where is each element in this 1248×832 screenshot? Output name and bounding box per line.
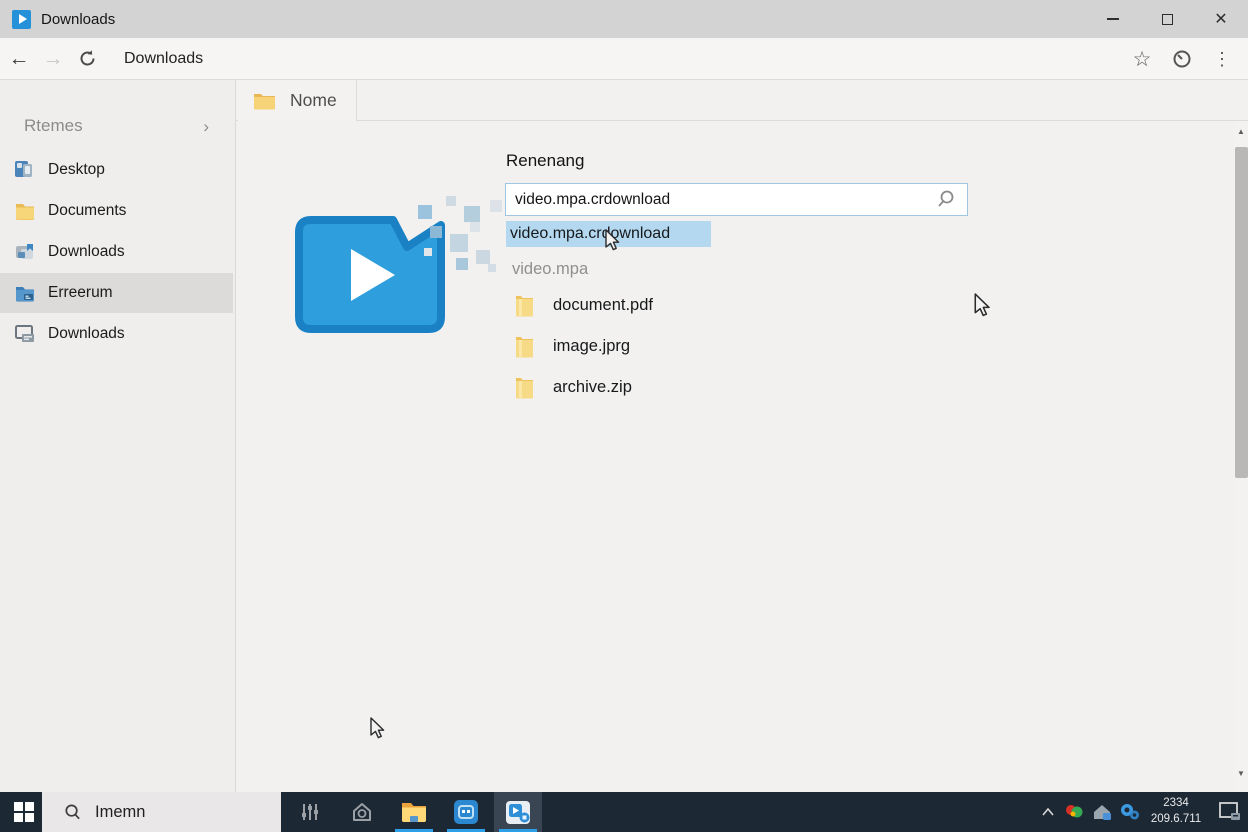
sidebar-item-label: Erreerum bbox=[48, 284, 113, 301]
sidebar-item-documents[interactable]: Documents bbox=[0, 191, 233, 231]
content-header-row: Nome bbox=[236, 80, 1248, 121]
file-item[interactable]: archive.zip bbox=[515, 374, 632, 400]
window-title: Downloads bbox=[41, 10, 116, 28]
sidebar-item-label: Downloads bbox=[48, 325, 125, 342]
more-menu-button[interactable]: ⋮ bbox=[1202, 38, 1242, 80]
tray-app-icon-3[interactable] bbox=[1118, 800, 1142, 824]
sidebar-header: Rtemes bbox=[24, 116, 83, 135]
sidebar-item-desktop[interactable]: Desktop bbox=[0, 150, 233, 190]
file-item[interactable]: document.pdf bbox=[515, 292, 653, 318]
start-button[interactable] bbox=[6, 792, 42, 832]
back-button[interactable]: ← bbox=[2, 48, 36, 69]
navigation-toolbar: ← → Downloads ☆ ⋮ bbox=[0, 38, 1248, 80]
sidebar-item-label: Documents bbox=[48, 202, 127, 219]
sidebar-item-downloads-2[interactable]: Downloads bbox=[0, 314, 233, 354]
file-item[interactable]: image.jprg bbox=[515, 333, 630, 359]
taskbar-app-file-explorer[interactable] bbox=[390, 792, 438, 832]
taskbar-app-video-player-active[interactable] bbox=[494, 792, 542, 832]
desktop-icon bbox=[15, 161, 32, 177]
sidebar-item-downloads[interactable]: Downloads bbox=[0, 232, 233, 272]
tray-app-icon-2[interactable] bbox=[1090, 800, 1114, 824]
scrollbar-thumb[interactable] bbox=[1235, 147, 1248, 478]
video-player-icon bbox=[505, 800, 530, 824]
folder-icon bbox=[16, 204, 34, 220]
forward-button[interactable]: → bbox=[36, 48, 70, 69]
file-item-selected[interactable]: video.mpa.crdownload bbox=[506, 221, 711, 247]
minimize-button[interactable] bbox=[1086, 0, 1140, 38]
chevron-right-icon[interactable]: › bbox=[203, 117, 209, 137]
sidebar-item-label: Downloads bbox=[48, 243, 125, 260]
taskbar-search-text: Imemn bbox=[95, 802, 146, 821]
action-center-button[interactable] bbox=[1212, 792, 1248, 832]
taskbar-app-taskview[interactable] bbox=[286, 792, 334, 832]
sliders-icon bbox=[302, 804, 318, 820]
mouse-cursor bbox=[370, 717, 385, 739]
notification-icon bbox=[1219, 802, 1240, 820]
vertical-scrollbar[interactable]: ▲ ▼ bbox=[1234, 121, 1248, 792]
minimize-icon bbox=[1107, 18, 1119, 20]
profile-button[interactable] bbox=[1162, 38, 1202, 80]
address-text: Downloads bbox=[124, 49, 204, 67]
home-icon bbox=[353, 803, 371, 821]
search-icon bbox=[65, 804, 80, 819]
scroll-up-icon[interactable]: ▲ bbox=[1234, 127, 1248, 136]
tray-expand-button[interactable] bbox=[1036, 792, 1060, 832]
app-play-icon bbox=[12, 9, 31, 29]
file-name: video.mpa bbox=[512, 259, 589, 278]
folder-icon bbox=[516, 295, 533, 316]
search-icon[interactable] bbox=[936, 189, 956, 209]
sidebar-item-erreerum[interactable]: Erreerum bbox=[0, 273, 233, 313]
monitor-icon bbox=[15, 325, 34, 342]
taskbar-app-home[interactable] bbox=[338, 792, 386, 832]
mouse-cursor bbox=[974, 293, 990, 317]
maximize-icon bbox=[1161, 13, 1173, 25]
sidebar-item-label: Desktop bbox=[48, 161, 105, 178]
file-name: archive.zip bbox=[553, 377, 632, 396]
file-explorer-icon bbox=[402, 803, 426, 822]
taskbar-app-blue[interactable] bbox=[442, 792, 490, 832]
filename-input[interactable] bbox=[505, 183, 968, 216]
tray-clock[interactable]: 2334 209.6.711 bbox=[1144, 795, 1208, 827]
blue-app-icon bbox=[454, 800, 478, 824]
windows-logo-icon bbox=[14, 802, 34, 822]
clock-time: 2334 bbox=[1163, 797, 1189, 809]
scroll-down-icon[interactable]: ▼ bbox=[1234, 769, 1248, 778]
window-controls: ✕ bbox=[1086, 0, 1248, 38]
sidebar: Rtemes › Desktop Documents Downloads Err… bbox=[0, 80, 236, 792]
folder-blue-icon bbox=[16, 287, 34, 302]
file-explorer-window: Downloads ✕ ← → Downloads ☆ ⋮ Rtemes › D… bbox=[0, 0, 1248, 832]
downloads-icon bbox=[16, 244, 33, 259]
bookmark-star-button[interactable]: ☆ bbox=[1122, 38, 1162, 80]
folder-icon bbox=[516, 377, 533, 398]
rename-heading: Renenang bbox=[506, 151, 585, 170]
taskbar-search[interactable]: Imemn bbox=[42, 792, 281, 832]
folder-icon bbox=[516, 336, 533, 357]
file-name: document.pdf bbox=[553, 295, 653, 314]
clock-date: 209.6.711 bbox=[1150, 813, 1202, 825]
circle-arrow-icon bbox=[1173, 50, 1191, 68]
refresh-button[interactable] bbox=[70, 49, 104, 68]
tab-nome[interactable]: Nome bbox=[238, 80, 357, 121]
file-item[interactable]: video.mpa bbox=[512, 257, 588, 281]
tab-label: Nome bbox=[290, 90, 337, 110]
taskbar: Imemn 2334 209.6.711 bbox=[0, 792, 1248, 832]
titlebar: Downloads ✕ bbox=[0, 0, 1248, 38]
file-name: video.mpa.crdownload bbox=[510, 225, 671, 242]
folder-icon bbox=[254, 93, 275, 109]
maximize-button[interactable] bbox=[1140, 0, 1194, 38]
close-button[interactable]: ✕ bbox=[1194, 0, 1248, 38]
video-file-artwork bbox=[295, 196, 502, 333]
file-name: image.jprg bbox=[553, 336, 631, 355]
tray-app-icon-1[interactable] bbox=[1062, 800, 1086, 824]
refresh-icon bbox=[80, 50, 95, 66]
chevron-up-icon bbox=[1042, 808, 1054, 816]
